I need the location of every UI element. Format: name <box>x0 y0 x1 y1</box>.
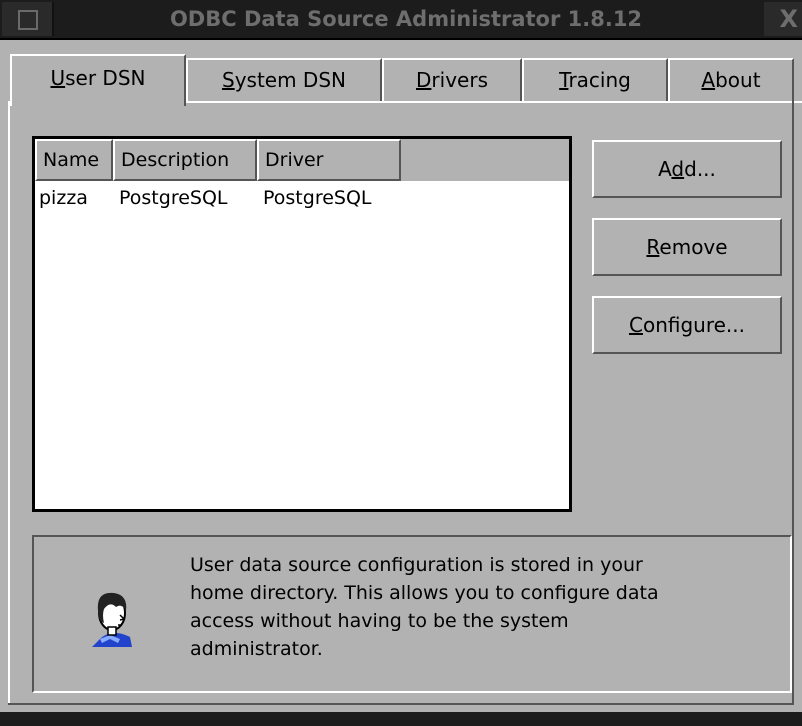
tab-label: ystem DSN <box>234 68 346 92</box>
info-line: home directory. This allows you to confi… <box>190 582 659 604</box>
close-button[interactable]: X <box>764 2 802 36</box>
remove-button-label-post: emove <box>659 235 728 259</box>
tab-panel-bottom-border <box>8 703 794 705</box>
configure-button[interactable]: Configure... <box>592 296 782 354</box>
tab-mnemonic: A <box>701 68 716 92</box>
user-person-icon <box>80 581 140 651</box>
list-header: Name Description Driver <box>35 139 569 181</box>
info-line: administrator. <box>190 638 323 660</box>
column-header-description[interactable]: Description <box>113 139 257 181</box>
add-button-mnemonic: d <box>671 157 685 181</box>
tab-panel-top-border <box>186 101 802 103</box>
add-button[interactable]: Add... <box>592 140 782 198</box>
remove-button-mnemonic: R <box>646 235 660 259</box>
tab-user-dsn[interactable]: User DSN <box>10 54 186 106</box>
window-menu-icon <box>18 10 38 30</box>
tab-drivers[interactable]: Drivers <box>382 58 522 102</box>
tab-label: rivers <box>431 68 488 92</box>
tab-panel-right-border <box>792 101 794 704</box>
info-line: User data source configuration is stored… <box>190 554 643 576</box>
row-driver: PostgreSQL <box>263 187 372 209</box>
info-line: access without having to be the system <box>190 610 569 632</box>
tab-mnemonic: U <box>50 66 66 90</box>
tab-mnemonic: S <box>221 68 235 92</box>
tab-about[interactable]: About <box>668 58 794 102</box>
configure-button-mnemonic: C <box>628 313 643 337</box>
tab-label: racing <box>568 68 631 92</box>
tab-mnemonic: D <box>416 68 432 92</box>
tab-panel-left-border <box>8 101 10 704</box>
row-name: pizza <box>39 187 88 209</box>
configure-button-label-post: onfigure... <box>642 313 745 337</box>
column-header-name[interactable]: Name <box>35 139 113 181</box>
tab-label: bout <box>715 68 761 92</box>
info-text: User data source configuration is stored… <box>190 551 760 663</box>
row-description: PostgreSQL <box>119 187 228 209</box>
info-panel: User data source configuration is stored… <box>32 535 792 693</box>
add-button-label-post: d... <box>684 157 716 181</box>
tab-system-dsn[interactable]: System DSN <box>186 58 382 102</box>
title-bar[interactable]: ODBC Data Source Administrator 1.8.12 X <box>0 0 802 40</box>
remove-button[interactable]: Remove <box>592 218 782 276</box>
tab-label: ser DSN <box>65 66 146 90</box>
window-title: ODBC Data Source Administrator 1.8.12 <box>169 7 643 31</box>
odbc-admin-window: ODBC Data Source Administrator 1.8.12 X … <box>0 0 802 726</box>
tab-bar: User DSN System DSN Drivers Tracing Abou… <box>0 54 802 106</box>
table-row[interactable]: pizza PostgreSQL PostgreSQL <box>35 183 569 213</box>
add-button-label-pre: A <box>658 157 672 181</box>
column-header-driver[interactable]: Driver <box>257 139 401 181</box>
bottom-border-bar <box>0 712 802 726</box>
tab-tracing[interactable]: Tracing <box>522 58 668 102</box>
dsn-list[interactable]: Name Description Driver pizza PostgreSQL… <box>32 136 572 512</box>
window-menu-button[interactable] <box>2 2 54 36</box>
